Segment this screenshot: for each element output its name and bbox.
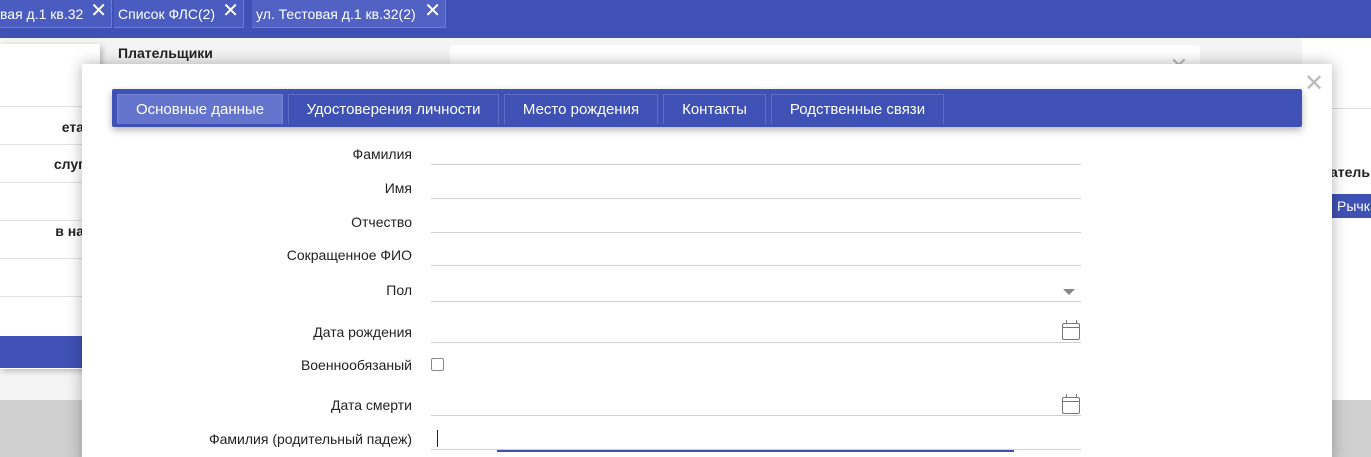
- short-name-input[interactable]: [431, 265, 1081, 266]
- patronymic-input[interactable]: [431, 232, 1081, 233]
- tab-identity-documents[interactable]: Удостоверения личности: [288, 94, 499, 124]
- menu-item-label: слуг: [53, 156, 84, 172]
- field-label-military: Военнообязаный: [300, 357, 412, 373]
- focus-indicator: [497, 450, 1014, 452]
- calendar-icon[interactable]: [1062, 320, 1080, 340]
- chevron-down-icon[interactable]: [1063, 289, 1075, 295]
- field-label-short-name: Сокращенное ФИО: [286, 247, 412, 263]
- tab-relatives[interactable]: Родственные связи: [771, 94, 944, 124]
- menu-item-label: в на: [55, 223, 84, 239]
- field-label-birth-date: Дата рождения: [313, 324, 412, 340]
- tab-contacts[interactable]: Контакты: [663, 94, 766, 124]
- gender-select[interactable]: [431, 301, 1081, 302]
- calendar-icon[interactable]: [1062, 394, 1080, 414]
- close-icon[interactable]: ✕: [90, 0, 107, 23]
- field-label-last-name: Фамилия: [352, 146, 412, 162]
- background-payer-chip[interactable]: Рычка: [1332, 194, 1371, 218]
- text-caret: [437, 430, 438, 447]
- field-label-last-name-genitive: Фамилия (родительный падеж): [209, 431, 412, 447]
- top-tab-address-2[interactable]: ул. Тестовая д.1 кв.32(2) ✕: [252, 0, 446, 28]
- death-date-input[interactable]: [431, 415, 1081, 416]
- top-tab-label: Список ФЛС(2): [118, 6, 216, 22]
- close-icon[interactable]: ✕: [424, 0, 441, 23]
- close-icon[interactable]: ✕: [222, 0, 239, 23]
- field-label-first-name: Имя: [384, 180, 412, 196]
- dialog-tab-bar: Основные данные Удостоверения личности М…: [112, 89, 1302, 127]
- background-column-header: атель: [1330, 164, 1370, 180]
- field-label-gender: Пол: [386, 282, 412, 298]
- top-tab-fls-list[interactable]: Список ФЛС(2) ✕: [114, 0, 244, 28]
- last-name-input[interactable]: [431, 164, 1081, 165]
- menu-item-label: ета: [61, 119, 84, 135]
- tab-main-data[interactable]: Основные данные: [117, 94, 283, 124]
- top-tab-bar: вая д.1 кв.32 ✕ Список ФЛС(2) ✕ ул. Тест…: [0, 0, 1371, 38]
- military-checkbox[interactable]: [431, 358, 444, 371]
- field-label-death-date: Дата смерти: [330, 397, 412, 413]
- top-tab-label: вая д.1 кв.32: [0, 6, 84, 22]
- close-icon[interactable]: ✕: [1304, 72, 1324, 96]
- top-tab-address-1[interactable]: вая д.1 кв.32 ✕: [0, 0, 112, 28]
- tab-birthplace[interactable]: Место рождения: [504, 94, 658, 124]
- first-name-input[interactable]: [431, 198, 1081, 199]
- birth-date-input[interactable]: [431, 342, 1081, 343]
- top-tab-label: ул. Тестовая д.1 кв.32(2): [256, 6, 416, 22]
- field-label-patronymic: Отчество: [351, 214, 412, 230]
- background-section-title: Плательщики: [118, 45, 213, 61]
